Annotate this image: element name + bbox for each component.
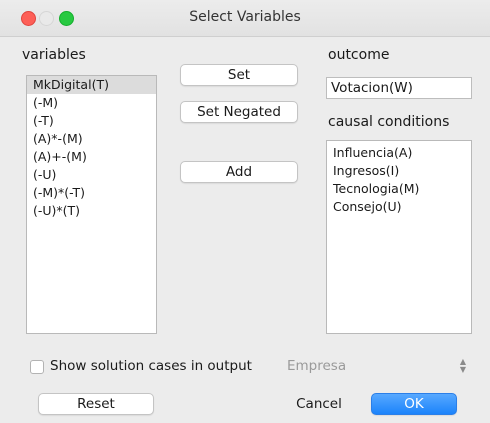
variable-item[interactable]: (-T) bbox=[27, 112, 156, 130]
case-id-select[interactable]: Empresa ▲ ▼ bbox=[287, 355, 471, 377]
case-id-value: Empresa bbox=[287, 358, 347, 374]
ok-button[interactable]: OK bbox=[371, 393, 457, 415]
causal-condition-item[interactable]: Consejo(U) bbox=[327, 198, 471, 216]
up-down-chevron-icon: ▲ ▼ bbox=[459, 357, 467, 374]
causal-condition-item[interactable]: Tecnologia(M) bbox=[327, 180, 471, 198]
causal-condition-item[interactable]: Ingresos(I) bbox=[327, 162, 471, 180]
cancel-button[interactable]: Cancel bbox=[276, 393, 362, 415]
title-bar: Select Variables bbox=[0, 0, 490, 37]
set-negated-button[interactable]: Set Negated bbox=[180, 101, 298, 123]
causal-conditions-list[interactable]: Influencia(A) Ingresos(I) Tecnologia(M) … bbox=[326, 140, 472, 334]
variable-item[interactable]: (-M) bbox=[27, 94, 156, 112]
variable-item[interactable]: (-U) bbox=[27, 166, 156, 184]
show-cases-checkbox[interactable] bbox=[30, 360, 44, 374]
causal-condition-item[interactable]: Influencia(A) bbox=[327, 144, 471, 162]
outcome-field[interactable]: Votacion(W) bbox=[326, 77, 472, 99]
window-title: Select Variables bbox=[189, 9, 301, 25]
causal-conditions-label: causal conditions bbox=[328, 114, 450, 130]
variable-item[interactable]: (-M)*(-T) bbox=[27, 184, 156, 202]
show-cases-label: Show solution cases in output bbox=[50, 358, 252, 374]
variable-item[interactable]: (A)*-(M) bbox=[27, 130, 156, 148]
variable-item[interactable]: (A)+-(M) bbox=[27, 148, 156, 166]
set-button[interactable]: Set bbox=[180, 64, 298, 86]
add-button[interactable]: Add bbox=[180, 161, 298, 183]
variable-item[interactable]: MkDigital(T) bbox=[27, 76, 156, 94]
variable-item[interactable]: (-U)*(T) bbox=[27, 202, 156, 220]
reset-button[interactable]: Reset bbox=[38, 393, 154, 415]
outcome-label: outcome bbox=[328, 47, 390, 63]
variables-list[interactable]: MkDigital(T) (-M) (-T) (A)*-(M) (A)+-(M)… bbox=[26, 75, 157, 334]
variables-label: variables bbox=[22, 47, 86, 63]
